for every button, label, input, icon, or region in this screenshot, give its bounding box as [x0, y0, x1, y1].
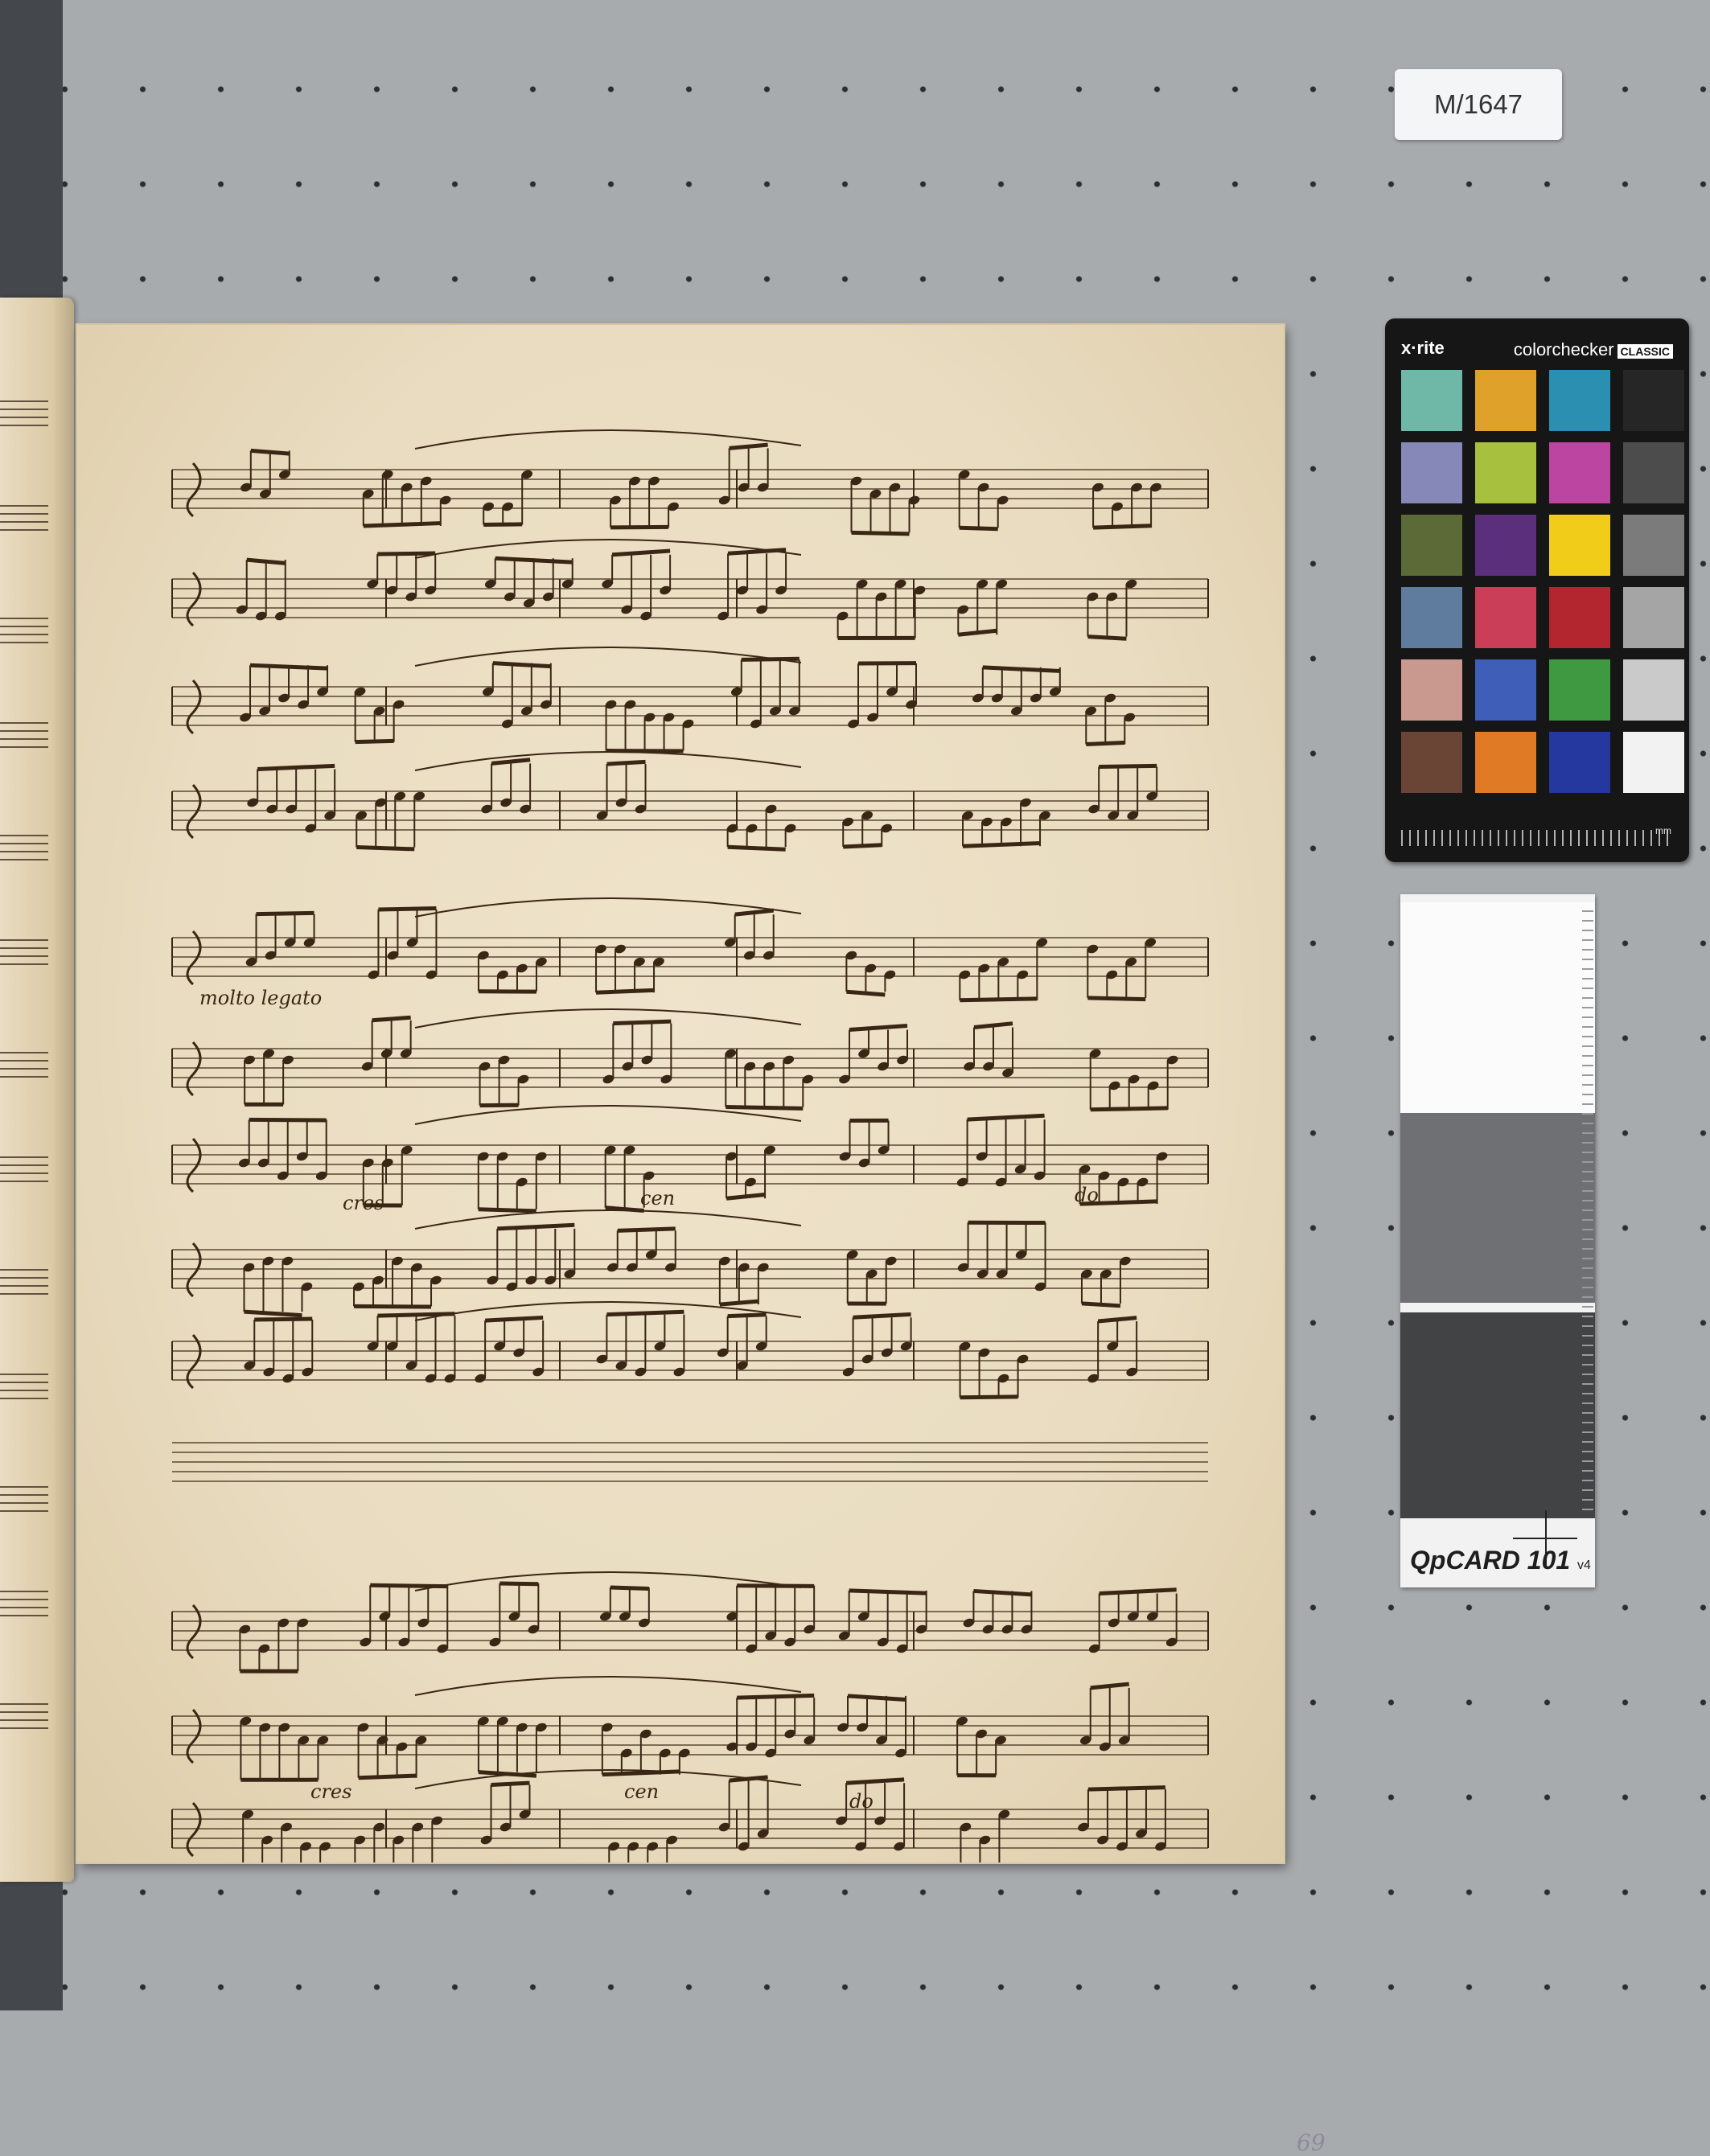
- color-swatch: [1623, 587, 1684, 648]
- performance-direction: do: [1075, 1184, 1099, 1206]
- color-swatch: [1549, 732, 1610, 793]
- performance-direction: molto legato: [199, 987, 322, 1009]
- facing-page-edge: [0, 298, 74, 1882]
- color-swatch: [1401, 587, 1462, 648]
- mm-ruler: [1401, 830, 1673, 846]
- color-swatch: [1549, 370, 1610, 431]
- performance-direction: do: [849, 1790, 873, 1813]
- color-swatch: [1623, 442, 1684, 503]
- qpcard-brand: QpCARD 101 v4: [1410, 1546, 1591, 1575]
- light-divider: [1400, 1303, 1595, 1312]
- color-swatch: [1623, 732, 1684, 793]
- grey-card-scale: [1582, 910, 1593, 1513]
- color-swatch: [1475, 587, 1536, 648]
- color-swatch: [1623, 370, 1684, 431]
- color-swatch: [1401, 659, 1462, 721]
- folio-number: 69: [1297, 2129, 1326, 2156]
- color-swatch: [1549, 515, 1610, 576]
- color-swatch: [1475, 659, 1536, 721]
- color-swatch: [1475, 370, 1536, 431]
- color-swatch: [1475, 732, 1536, 793]
- colorchecker-title: colorcheckerCLASSIC: [1514, 339, 1673, 360]
- shelfmark-label: M/1647: [1395, 69, 1562, 140]
- color-swatch: [1549, 442, 1610, 503]
- performance-direction: cen: [624, 1780, 659, 1803]
- color-swatch: [1549, 587, 1610, 648]
- color-swatch: [1401, 442, 1462, 503]
- color-swatch: [1401, 370, 1462, 431]
- color-checker-card: x·rite colorcheckerCLASSIC mm: [1385, 318, 1689, 862]
- performance-direction: cres: [310, 1780, 351, 1803]
- color-swatch: [1475, 515, 1536, 576]
- color-swatch-grid: [1401, 370, 1684, 793]
- white-patch: [1400, 902, 1595, 1113]
- color-swatch: [1623, 515, 1684, 576]
- color-swatch: [1401, 515, 1462, 576]
- performance-direction: cres: [343, 1192, 384, 1214]
- color-swatch: [1475, 442, 1536, 503]
- ruler-unit: mm: [1655, 825, 1671, 836]
- color-swatch: [1549, 659, 1610, 721]
- grey-scale-card: QpCARD 101 v4: [1400, 894, 1595, 1587]
- dark-grey-patch: [1400, 1312, 1595, 1518]
- color-swatch: [1623, 659, 1684, 721]
- manuscript-page: molto legatocrescendocrescendo 69: [77, 325, 1284, 1862]
- music-staves: molto legato cres cen do cres cen do: [77, 325, 1284, 1862]
- mid-grey-patch: [1400, 1113, 1595, 1303]
- color-swatch: [1401, 732, 1462, 793]
- performance-direction: cen: [640, 1187, 675, 1209]
- xrite-logo: x·rite: [1401, 338, 1445, 359]
